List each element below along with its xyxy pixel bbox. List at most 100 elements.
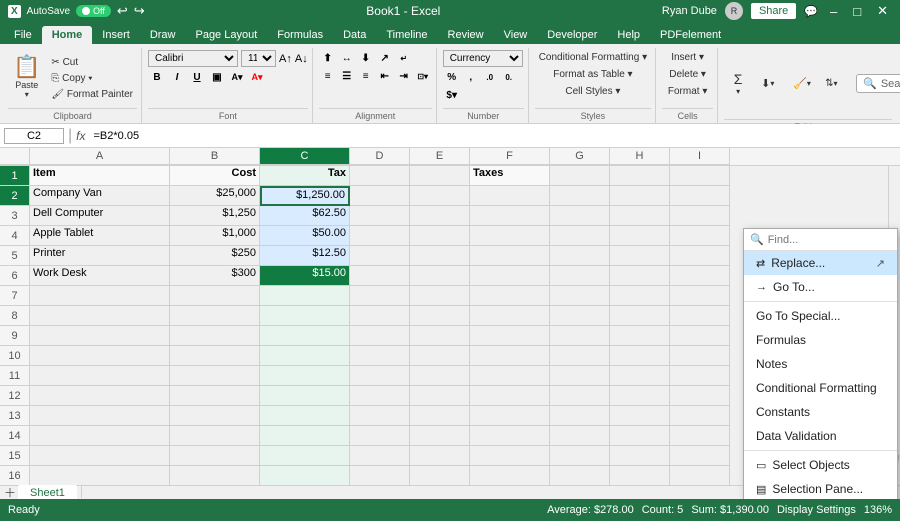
cell-f2[interactable] [470,186,550,206]
align-top-button[interactable]: ⬆ [319,50,337,66]
cell-i1[interactable] [670,166,730,186]
col-header-b[interactable]: B [170,148,260,165]
sheet-tab[interactable]: Sheet1 [18,485,77,500]
number-format-select[interactable]: Currency [443,50,523,67]
cell-h2[interactable] [610,186,670,206]
cell-a5[interactable]: Printer [30,246,170,266]
cell-i6[interactable] [670,266,730,286]
cut-button[interactable]: ✂ Cut [47,55,137,70]
cell-f1[interactable]: Taxes [470,166,550,186]
cell-d5[interactable] [350,246,410,266]
add-sheet-button[interactable]: ＋ [4,484,16,499]
replace-menu-item[interactable]: ⇄ Replace... ↗ [744,251,897,275]
cell-b3[interactable]: $1,250 [170,206,260,226]
cell-e3[interactable] [410,206,470,226]
share-button[interactable]: Share [751,3,796,19]
redo-icon[interactable]: ↪ [134,3,145,19]
cell-b7[interactable] [170,286,260,306]
decrease-indent-button[interactable]: ⇤ [376,68,394,84]
col-header-e[interactable]: E [410,148,470,165]
comma-button[interactable]: , [462,69,480,85]
cell-g1[interactable] [550,166,610,186]
align-left-button[interactable]: ≡ [319,68,337,84]
decrease-font-icon[interactable]: A↓ [295,53,308,65]
cell-i3[interactable] [670,206,730,226]
formulas-menu-item[interactable]: Formulas [744,328,897,352]
cell-h7[interactable] [610,286,670,306]
paste-button[interactable]: 📋 Paste ▾ [8,51,45,105]
cell-d7[interactable] [350,286,410,306]
display-settings-button[interactable]: Display Settings [777,504,856,516]
cell-a7[interactable] [30,286,170,306]
cell-g7[interactable] [550,286,610,306]
cell-d3[interactable] [350,206,410,226]
row-num-1[interactable]: 1 [0,166,29,186]
cell-b2[interactable]: $25,000 [170,186,260,206]
find-search-field[interactable]: 🔍 [744,229,897,251]
insert-button[interactable]: Insert ▾ [667,50,708,65]
row-num-13[interactable]: 13 [0,406,29,426]
close-button[interactable]: ✕ [873,3,892,19]
selection-pane-menu-item[interactable]: ▤ Selection Pane... [744,477,897,499]
row-num-3[interactable]: 3 [0,206,29,226]
merge-button[interactable]: ⊡▾ [414,68,432,84]
cell-f7[interactable] [470,286,550,306]
tab-data[interactable]: Data [333,26,376,44]
clear-button[interactable]: 🧹▾ [788,74,816,93]
tab-help[interactable]: Help [607,26,650,44]
zoom-slider[interactable]: 136% [864,504,892,516]
tab-view[interactable]: View [494,26,538,44]
row-num-4[interactable]: 4 [0,226,29,246]
constants-menu-item[interactable]: Constants [744,400,897,424]
find-input[interactable] [768,234,878,246]
tab-formulas[interactable]: Formulas [267,26,333,44]
cell-i2[interactable] [670,186,730,206]
fill-button[interactable]: ⬇▾ [756,74,784,93]
align-center-button[interactable]: ☰ [338,68,356,84]
cell-b1[interactable]: Cost [170,166,260,186]
cell-a2[interactable]: Company Van [30,186,170,206]
cell-a6[interactable]: Work Desk [30,266,170,286]
tab-developer[interactable]: Developer [537,26,607,44]
row-num-2[interactable]: 2 [0,186,29,206]
font-name-select[interactable]: Calibri [148,50,238,67]
format-painter-button[interactable]: 🖌 Format Painter [47,87,137,102]
undo-icon[interactable]: ↩ [117,3,128,19]
maximize-button[interactable]: □ [849,4,865,19]
col-header-a[interactable]: A [30,148,170,165]
cell-h4[interactable] [610,226,670,246]
cell-c4[interactable]: $50.00 [260,226,350,246]
row-num-6[interactable]: 6 [0,266,29,286]
cell-c2[interactable]: $1,250.00 [260,186,350,206]
row-num-15[interactable]: 15 [0,446,29,466]
cell-c1[interactable]: Tax [260,166,350,186]
cell-d2[interactable] [350,186,410,206]
percent-button[interactable]: % [443,69,461,85]
align-right-button[interactable]: ≡ [357,68,375,84]
align-bottom-button[interactable]: ⬇ [357,50,375,66]
row-num-14[interactable]: 14 [0,426,29,446]
row-num-11[interactable]: 11 [0,366,29,386]
comments-icon[interactable]: 💬 [804,5,818,18]
tab-home[interactable]: Home [42,26,93,44]
cell-styles-button[interactable]: Cell Styles ▾ [561,84,624,99]
tab-insert[interactable]: Insert [92,26,140,44]
tab-pdfelement[interactable]: PDFelement [650,26,731,44]
conditional-formatting-menu-item[interactable]: Conditional Formatting [744,376,897,400]
row-num-16[interactable]: 16 [0,466,29,485]
tab-timeline[interactable]: Timeline [376,26,437,44]
row-num-10[interactable]: 10 [0,346,29,366]
cell-e1[interactable] [410,166,470,186]
autosum-button[interactable]: Σ▾ [724,68,752,99]
text-rotate-button[interactable]: ↗ [376,50,394,66]
cell-e4[interactable] [410,226,470,246]
col-header-f[interactable]: F [470,148,550,165]
increase-decimal-button[interactable]: 0. [500,69,518,85]
italic-button[interactable]: I [168,69,186,85]
cell-c3[interactable]: $62.50 [260,206,350,226]
cell-h3[interactable] [610,206,670,226]
col-header-d[interactable]: D [350,148,410,165]
cell-b6[interactable]: $300 [170,266,260,286]
goto-special-menu-item[interactable]: Go To Special... [744,304,897,328]
cell-a3[interactable]: Dell Computer [30,206,170,226]
